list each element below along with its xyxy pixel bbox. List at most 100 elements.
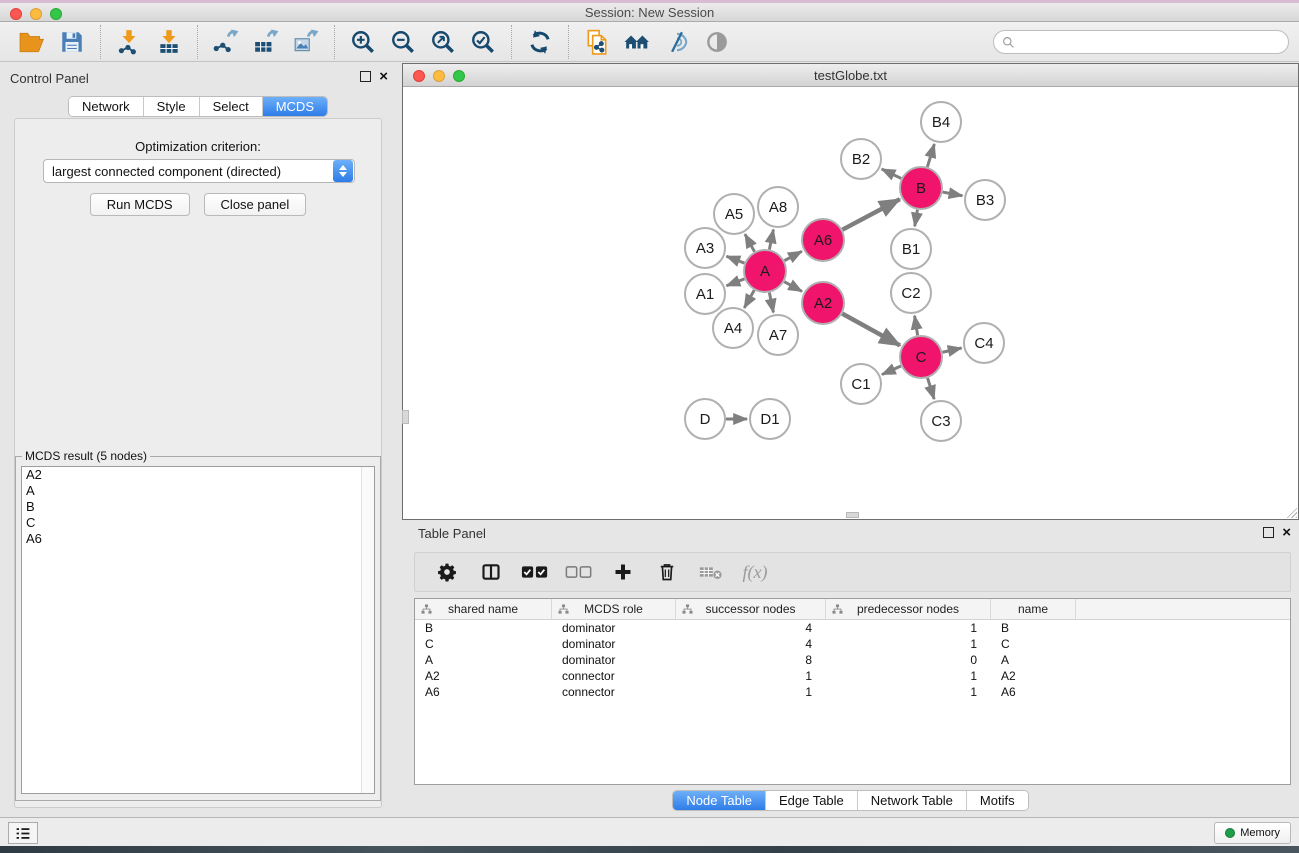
table-row[interactable]: A2connector11A2 [415, 668, 1290, 684]
graph-node-A2[interactable]: A2 [802, 282, 844, 324]
graph-node-C[interactable]: C [900, 336, 942, 378]
graph-node-B4[interactable]: B4 [921, 102, 961, 142]
mcds-result-item[interactable]: B [22, 499, 374, 515]
graph-node-C2[interactable]: C2 [891, 273, 931, 313]
export-table-button[interactable] [246, 26, 286, 58]
edge-A-A4[interactable] [744, 290, 754, 308]
clone-network-button[interactable] [577, 26, 617, 58]
tab-node-table[interactable]: Node Table [673, 791, 766, 810]
graph-node-C1[interactable]: C1 [841, 364, 881, 404]
table-cell[interactable]: dominator [552, 653, 676, 667]
edge-A-A8[interactable] [769, 230, 773, 250]
graph-node-A6[interactable]: A6 [802, 219, 844, 261]
criterion-select[interactable]: largest connected component (directed) [43, 159, 355, 183]
hide-panel-button[interactable] [657, 26, 697, 58]
network-canvas[interactable]: B4B2BB3A8A5A6A3B1AA1C2A2A4A7C4CC1C3DD1 [403, 88, 1298, 519]
add-column-button[interactable] [609, 557, 637, 587]
table-cell[interactable]: 4 [676, 621, 826, 635]
table-cell[interactable]: 1 [826, 637, 991, 651]
table-cell[interactable]: 4 [676, 637, 826, 651]
open-file-button[interactable] [12, 26, 52, 58]
tab-edge-table[interactable]: Edge Table [766, 791, 858, 810]
table-close-icon[interactable]: × [1282, 527, 1291, 538]
vertical-scroll-thumb[interactable] [402, 410, 409, 424]
mcds-list-scrollbar[interactable] [361, 467, 374, 793]
import-network-button[interactable] [109, 26, 149, 58]
graph-node-A7[interactable]: A7 [758, 315, 798, 355]
edge-C-C3[interactable] [928, 378, 935, 399]
table-row[interactable]: Adominator80A [415, 652, 1290, 668]
edge-A-A7[interactable] [769, 293, 773, 313]
tab-select[interactable]: Select [200, 97, 263, 116]
table-cell[interactable]: A [415, 653, 552, 667]
split-view-button[interactable] [477, 557, 505, 587]
delete-table-button[interactable] [697, 557, 725, 587]
graph-node-D1[interactable]: D1 [750, 399, 790, 439]
mcds-result-item[interactable]: A6 [22, 531, 374, 547]
graph-node-A[interactable]: A [744, 250, 786, 292]
select-all-button[interactable] [521, 557, 549, 587]
column-header-name[interactable]: name [991, 599, 1076, 619]
mcds-result-item[interactable]: A [22, 483, 374, 499]
graph-node-A4[interactable]: A4 [713, 308, 753, 348]
save-session-button[interactable] [52, 26, 92, 58]
table-row[interactable]: Bdominator41B [415, 620, 1290, 636]
table-cell[interactable]: connector [552, 685, 676, 699]
mcds-result-list[interactable]: A2ABCA6 [21, 466, 375, 794]
graph-node-B2[interactable]: B2 [841, 139, 881, 179]
table-cell[interactable]: 1 [826, 621, 991, 635]
table-cell[interactable]: 0 [826, 653, 991, 667]
mcds-result-item[interactable]: C [22, 515, 374, 531]
edge-B-B1[interactable] [915, 210, 918, 227]
tab-style[interactable]: Style [144, 97, 200, 116]
edge-A-A2[interactable] [784, 282, 802, 292]
column-header-predecessor-nodes[interactable]: predecessor nodes [826, 599, 991, 619]
table-cell[interactable]: A6 [415, 685, 552, 699]
column-header-MCDS-role[interactable]: MCDS role [552, 599, 676, 619]
zoom-in-button[interactable] [343, 26, 383, 58]
deselect-all-button[interactable] [565, 557, 593, 587]
table-row[interactable]: Cdominator41C [415, 636, 1290, 652]
mcds-result-item[interactable]: A2 [22, 467, 374, 483]
edge-A6-B[interactable] [842, 199, 899, 229]
edge-B-B2[interactable] [882, 169, 901, 178]
graph-node-A1[interactable]: A1 [685, 274, 725, 314]
edge-C-C4[interactable] [942, 348, 961, 352]
network-close-icon[interactable] [413, 70, 425, 82]
table-cell[interactable]: A [991, 653, 1076, 667]
tab-mcds[interactable]: MCDS [263, 97, 327, 116]
export-network-button[interactable] [206, 26, 246, 58]
zoom-out-button[interactable] [383, 26, 423, 58]
tab-network[interactable]: Network [69, 97, 144, 116]
graph-node-A8[interactable]: A8 [758, 187, 798, 227]
tab-network-table[interactable]: Network Table [858, 791, 967, 810]
table-row[interactable]: A6connector11A6 [415, 684, 1290, 700]
zoom-fit-button[interactable] [423, 26, 463, 58]
zoom-selected-button[interactable] [463, 26, 503, 58]
table-cell[interactable]: 1 [826, 669, 991, 683]
table-cell[interactable]: 1 [676, 685, 826, 699]
close-panel-icon[interactable]: × [379, 71, 388, 82]
table-cell[interactable]: A2 [991, 669, 1076, 683]
graph-node-A3[interactable]: A3 [685, 228, 725, 268]
edge-C-C2[interactable] [915, 316, 918, 336]
edge-B-B4[interactable] [927, 144, 934, 167]
table-cell[interactable]: A2 [415, 669, 552, 683]
edge-A-A1[interactable] [726, 279, 744, 286]
edge-A-A6[interactable] [784, 251, 801, 260]
run-mcds-button[interactable]: Run MCDS [90, 193, 190, 216]
search-input[interactable] [1015, 32, 1288, 52]
function-builder-button[interactable]: f(x) [741, 557, 769, 587]
export-image-button[interactable] [286, 26, 326, 58]
table-cell[interactable]: B [415, 621, 552, 635]
delete-column-button[interactable] [653, 557, 681, 587]
graph-node-C4[interactable]: C4 [964, 323, 1004, 363]
edge-A2-C[interactable] [842, 314, 900, 346]
close-panel-button[interactable]: Close panel [204, 193, 307, 216]
column-header-successor-nodes[interactable]: successor nodes [676, 599, 826, 619]
network-minimize-icon[interactable] [433, 70, 445, 82]
graph-node-D[interactable]: D [685, 399, 725, 439]
graph-node-C3[interactable]: C3 [921, 401, 961, 441]
table-cell[interactable]: B [991, 621, 1076, 635]
edge-A-A5[interactable] [745, 234, 755, 251]
